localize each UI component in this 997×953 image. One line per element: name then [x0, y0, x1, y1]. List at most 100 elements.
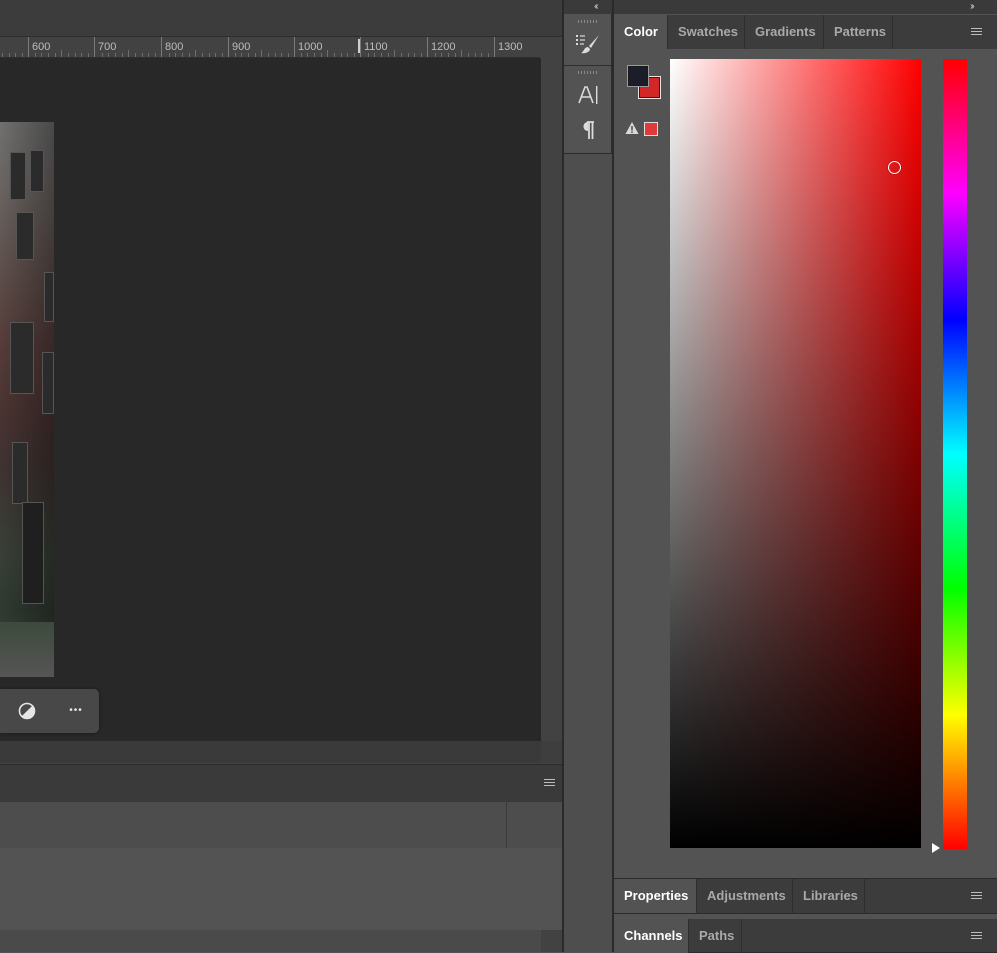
channels-panel-tabs: Channels Paths — [614, 919, 997, 953]
ruler-minor-tick — [281, 53, 282, 57]
ruler-minor-tick — [22, 53, 23, 57]
brush-settings-button[interactable] — [572, 30, 604, 58]
layers-panel-header — [0, 764, 562, 803]
ruler-minor-tick — [41, 53, 42, 57]
gamut-correction-swatch[interactable] — [644, 122, 658, 136]
ruler-minor-tick — [209, 53, 210, 57]
image-window-detail — [30, 150, 44, 192]
image-window-detail — [16, 212, 34, 260]
paragraph-panel-button[interactable] — [572, 116, 604, 144]
ruler-tick-label: 800 — [165, 41, 184, 53]
ruler-minor-tick — [435, 53, 436, 57]
tab-gradients[interactable]: Gradients — [745, 15, 824, 49]
ruler-tick-label: 1000 — [298, 41, 323, 53]
ruler-minor-tick — [468, 53, 469, 57]
ruler-minor-tick — [414, 53, 415, 57]
grip-handle-icon[interactable] — [578, 71, 598, 74]
vertical-scrollbar[interactable] — [541, 58, 562, 741]
ruler-minor-tick — [448, 53, 449, 57]
ruler-tick: 900 — [228, 37, 250, 57]
ruler-minor-tick — [108, 53, 109, 57]
color-picker-cursor[interactable] — [888, 161, 901, 174]
properties-panel-tabs: Properties Adjustments Libraries — [614, 879, 997, 914]
adjust-button[interactable] — [17, 702, 37, 720]
ruler-minor-tick — [2, 53, 3, 57]
horizontal-scrollbar[interactable] — [0, 741, 541, 763]
foreground-color-swatch[interactable] — [627, 65, 649, 87]
canvas-pasteboard[interactable] — [0, 58, 541, 741]
dock-header: ‹‹ — [564, 0, 612, 14]
ruler-minor-tick — [301, 53, 302, 57]
ruler-minor-tick — [461, 50, 462, 57]
ruler-tick-label: 600 — [32, 41, 51, 53]
character-icon — [578, 86, 598, 104]
hue-slider-handle[interactable] — [932, 843, 940, 853]
panel-menu-icon[interactable] — [971, 28, 982, 37]
ruler-minor-tick — [481, 53, 482, 57]
image-window-detail — [42, 352, 54, 414]
panel-menu-icon[interactable] — [971, 932, 982, 941]
tab-paths[interactable]: Paths — [689, 919, 742, 953]
character-panel-button[interactable] — [572, 81, 604, 109]
ruler-minor-tick — [175, 53, 176, 57]
tab-adjustments[interactable]: Adjustments — [697, 879, 793, 913]
ruler-minor-tick — [408, 53, 409, 57]
image-window-detail — [10, 152, 26, 200]
tool-separator — [564, 65, 611, 66]
image-window-detail — [44, 272, 54, 322]
ruler-minor-tick — [189, 53, 190, 57]
ruler-minor-tick — [128, 50, 129, 57]
tab-swatches[interactable]: Swatches — [668, 15, 745, 49]
ruler-tick-label: 1200 — [431, 41, 456, 53]
ruler-tick-label: 900 — [232, 41, 251, 53]
ruler-minor-tick — [488, 53, 489, 57]
horizontal-ruler[interactable]: 600 700 800 900 1000 1100 1200 1300 — [0, 37, 540, 58]
more-options-button[interactable]: ••• — [63, 701, 89, 721]
row-divider — [506, 802, 507, 848]
tab-patterns[interactable]: Patterns — [824, 15, 893, 49]
ruler-minor-tick — [55, 53, 56, 57]
layers-panel-footer — [0, 930, 541, 952]
document-image[interactable] — [0, 122, 54, 677]
layers-panel-body — [0, 848, 562, 930]
ruler-minor-tick — [374, 53, 375, 57]
out-of-gamut-warning-icon[interactable] — [625, 121, 639, 135]
ruler-tick: 1300 — [494, 37, 522, 57]
ruler-minor-tick — [354, 53, 355, 57]
ruler-tick: 1200 — [427, 37, 455, 57]
ruler-minor-tick — [15, 53, 16, 57]
tab-color[interactable]: Color — [614, 15, 668, 49]
document-tab-strip — [0, 0, 562, 37]
ruler-minor-tick — [334, 53, 335, 57]
ruler-minor-tick — [135, 53, 136, 57]
ruler-minor-tick — [388, 53, 389, 57]
ruler-tick-label: 1100 — [364, 41, 388, 53]
more-options-icon: ••• — [69, 705, 83, 716]
ruler-minor-tick — [321, 53, 322, 57]
ruler-minor-tick — [235, 53, 236, 57]
image-window-detail — [12, 442, 28, 504]
ruler-minor-tick — [48, 53, 49, 57]
panel-menu-icon[interactable] — [971, 892, 982, 901]
ruler-minor-tick — [155, 53, 156, 57]
tab-libraries[interactable]: Libraries — [793, 879, 865, 913]
ruler-minor-tick — [122, 53, 123, 57]
hue-slider-track[interactable] — [943, 59, 967, 849]
layers-panel-row[interactable] — [0, 802, 562, 849]
saturation-brightness-field[interactable] — [670, 59, 921, 848]
panel-menu-icon[interactable] — [544, 779, 555, 788]
ruler-minor-tick — [381, 53, 382, 57]
collapse-right-icon[interactable]: ›› — [970, 0, 974, 14]
collapsed-panel-icons — [564, 14, 612, 154]
ruler-tick-label: 700 — [98, 41, 117, 53]
grip-handle-icon[interactable] — [578, 20, 598, 23]
dock-header: ›› — [614, 0, 997, 14]
ruler-minor-tick — [421, 53, 422, 57]
contextual-task-bar: ••• — [0, 689, 99, 733]
ruler-tick-label: 1300 — [498, 41, 523, 53]
tab-channels[interactable]: Channels — [614, 919, 689, 953]
tab-properties[interactable]: Properties — [614, 879, 697, 913]
ruler-minor-tick — [115, 53, 116, 57]
ruler-minor-tick — [261, 50, 262, 57]
collapse-left-icon[interactable]: ‹‹ — [594, 0, 598, 14]
